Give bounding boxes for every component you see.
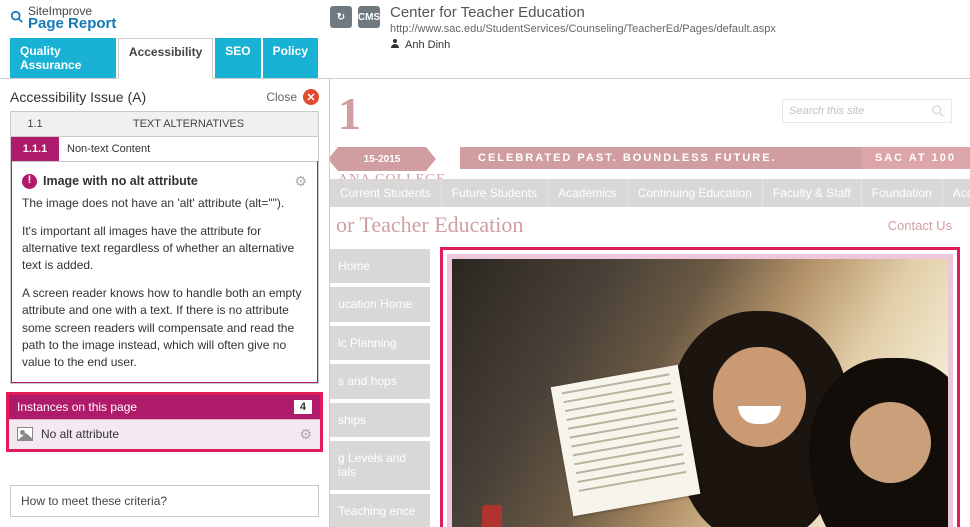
gear-icon[interactable]: ⚙ xyxy=(299,426,312,443)
cms-icon[interactable]: CMS xyxy=(358,6,380,28)
banner-text: CELEBRATED PAST. BOUNDLESS FUTURE. xyxy=(478,152,777,164)
subnav-item[interactable]: ucation Home xyxy=(330,287,430,321)
top-bar: SiteImprove Page Report Quality Assuranc… xyxy=(0,0,970,79)
content-page-heading: or Teacher Education xyxy=(336,212,523,238)
close-button[interactable]: Close ✕ xyxy=(266,89,319,105)
page-title: Center for Teacher Education xyxy=(390,4,960,21)
page-owner: Anh Dinh xyxy=(390,38,960,51)
site-search[interactable] xyxy=(782,99,952,123)
nav-item[interactable]: Future Students xyxy=(442,179,548,207)
chapter-label: TEXT ALTERNATIVES xyxy=(59,112,318,136)
instance-row[interactable]: No alt attribute ⚙ xyxy=(9,419,320,449)
brand-name-bold: Page Report xyxy=(28,15,116,32)
page-url[interactable]: http://www.sac.edu/StudentServices/Couns… xyxy=(390,23,960,35)
subnav-item[interactable]: ships xyxy=(330,403,430,437)
sub-label: Non-text Content xyxy=(59,137,318,161)
nav-item[interactable]: Continuing Education xyxy=(628,179,763,207)
notebook-paper xyxy=(551,365,701,516)
brand-block: SiteImprove Page Report Quality Assuranc… xyxy=(0,0,330,78)
search-icon[interactable] xyxy=(931,104,945,121)
nav-item[interactable]: Current Students xyxy=(330,179,442,207)
chapter-number: 1.1 xyxy=(11,112,59,136)
nav-item[interactable]: Faculty & Staff xyxy=(763,179,862,207)
subnav-item[interactable]: Teaching ence xyxy=(330,494,430,527)
person-icon xyxy=(390,38,400,51)
left-subnav: Home ucation Home ic Planning s and hops… xyxy=(330,249,430,527)
instance-label: No alt attribute xyxy=(41,427,299,441)
nav-item[interactable]: Academics xyxy=(548,179,628,207)
page-meta: Center for Teacher Education http://www.… xyxy=(380,0,970,55)
search-input[interactable] xyxy=(789,105,925,117)
panel-heading: Accessibility Issue (A) xyxy=(10,89,146,105)
tab-seo[interactable]: SEO xyxy=(215,38,260,78)
issue-description: The image does not have an 'alt' attribu… xyxy=(22,195,307,212)
guideline-sub-row[interactable]: 1.1.1 Non-text Content xyxy=(11,137,318,162)
instances-header[interactable]: Instances on this page 4 xyxy=(9,395,320,419)
guideline-block: 1.1 TEXT ALTERNATIVES 1.1.1 Non-text Con… xyxy=(10,111,319,384)
contact-us-link[interactable]: Contact Us xyxy=(888,218,952,233)
person-background xyxy=(809,358,948,527)
tab-policy[interactable]: Policy xyxy=(263,38,318,78)
subnav-item[interactable]: s and hops xyxy=(330,364,430,398)
page-preview: 1 15-2015 ANA COLLEGE CELEBRATED PAST. B… xyxy=(330,79,970,527)
tab-quality-assurance[interactable]: Quality Assurance xyxy=(10,38,116,78)
brand-search-icon xyxy=(10,10,24,27)
module-tabs: Quality Assurance Accessibility SEO Poli… xyxy=(10,38,320,78)
guideline-chapter-row[interactable]: 1.1 TEXT ALTERNATIVES xyxy=(11,112,318,137)
issue-title: Image with no alt attribute xyxy=(43,172,198,190)
issue-highlight-frame[interactable] xyxy=(440,247,960,527)
left-panel: Accessibility Issue (A) Close ✕ 1.1 TEXT… xyxy=(0,79,330,527)
subnav-item[interactable]: Home xyxy=(330,249,430,283)
site-banner: CELEBRATED PAST. BOUNDLESS FUTURE. SAC A… xyxy=(460,147,970,169)
how-to-meet-link[interactable]: How to meet these criteria? xyxy=(10,485,319,517)
refresh-icon[interactable]: ↻ xyxy=(330,6,352,28)
issue-paragraph-1: It's important all images have the attri… xyxy=(22,223,307,275)
site-nav: Current Students Future Students Academi… xyxy=(330,179,970,207)
error-icon: ! xyxy=(22,174,37,189)
page-owner-name: Anh Dinh xyxy=(405,39,450,51)
gear-icon[interactable]: ⚙ xyxy=(294,171,307,191)
issue-body: ! Image with no alt attribute ⚙ The imag… xyxy=(11,161,318,383)
nav-item[interactable]: Foundation xyxy=(862,179,943,207)
top-icon-group: ↻ CMS xyxy=(330,0,380,28)
close-icon: ✕ xyxy=(303,89,319,105)
banner-right[interactable]: SAC AT 100 xyxy=(861,147,970,169)
subnav-item[interactable]: ic Planning xyxy=(330,326,430,360)
close-label: Close xyxy=(266,90,297,104)
issue-paragraph-2: A screen reader knows how to handle both… xyxy=(22,285,307,372)
instances-section: Instances on this page 4 No alt attribut… xyxy=(6,392,323,452)
nav-item[interactable]: Accreditation xyxy=(943,179,970,207)
hero-image xyxy=(452,259,948,527)
image-icon xyxy=(17,427,33,441)
sub-number: 1.1.1 xyxy=(11,137,59,161)
soda-can xyxy=(482,505,502,527)
subnav-item[interactable]: g Levels and ials xyxy=(330,441,430,490)
instances-count: 4 xyxy=(294,400,312,414)
tab-accessibility[interactable]: Accessibility xyxy=(118,38,213,79)
logo-ribbon: 15-2015 xyxy=(338,147,426,171)
instances-label: Instances on this page xyxy=(17,400,137,414)
